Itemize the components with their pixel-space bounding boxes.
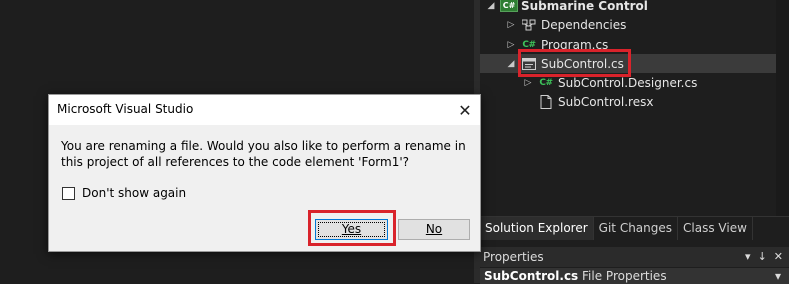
dependencies-icon [521, 18, 537, 32]
properties-header: Properties ▾ ↓ ✕ [480, 247, 789, 267]
tab-git-changes[interactable]: Git Changes [594, 217, 679, 240]
properties-title: Properties [483, 250, 544, 264]
tree-item-resx[interactable]: SubControl.resx [538, 92, 653, 111]
chevron-down-icon[interactable]: ▾ [775, 268, 781, 284]
close-icon[interactable]: ✕ [774, 247, 783, 267]
tree-item-label: Dependencies [541, 17, 627, 32]
tree-item-label: Submarine Control [521, 0, 648, 13]
properties-object-name: SubControl.cs [484, 269, 579, 283]
pushpin-icon[interactable]: ↓ [758, 247, 767, 267]
tree-item-dependencies[interactable]: ▷ Dependencies [505, 15, 627, 34]
tool-window-tabs: Solution Explorer Git Changes Class View [480, 216, 789, 240]
tab-solution-explorer[interactable]: Solution Explorer [480, 217, 594, 240]
collapsed-chevron-icon[interactable]: ▷ [505, 40, 517, 50]
checkbox-box[interactable] [62, 186, 75, 200]
explorer-scrollbar[interactable] [776, 0, 789, 216]
properties-object-selector[interactable]: SubControl.cs File Properties ▾ [480, 268, 789, 284]
tree-item-label: SubControl.Designer.cs [558, 75, 698, 90]
dialog-message: You are renaming a file. Would you also … [61, 139, 466, 169]
window-menu-dropdown-icon[interactable]: ▾ [745, 247, 751, 267]
dialog-titlebar[interactable]: Microsoft Visual Studio ✕ [49, 95, 480, 125]
close-icon[interactable]: ✕ [450, 95, 480, 125]
expanded-chevron-icon[interactable]: ◢ [505, 59, 517, 69]
collapsed-chevron-icon[interactable]: ▷ [522, 78, 534, 88]
dialog-title: Microsoft Visual Studio [57, 102, 194, 116]
properties-object-type: File Properties [582, 269, 667, 283]
csharp-project-icon: C# [499, 0, 519, 13]
checkbox-label: Don't show again [82, 186, 187, 200]
collapsed-chevron-icon[interactable]: ▷ [505, 20, 517, 30]
resource-file-icon [538, 94, 554, 109]
tree-item-label: SubControl.resx [558, 94, 654, 109]
tree-item-project[interactable]: ◢ C# Submarine Control [485, 0, 648, 15]
rename-dialog: Microsoft Visual Studio ✕ You are renami… [48, 94, 481, 252]
dont-show-again-checkbox[interactable]: Don't show again [62, 186, 186, 200]
tab-class-view[interactable]: Class View [678, 217, 753, 240]
no-button[interactable]: No [398, 219, 470, 240]
csharp-file-icon: C# [539, 77, 553, 88]
expanded-chevron-icon[interactable]: ◢ [485, 1, 497, 11]
tree-item-designer-cs[interactable]: ▷ C# SubControl.Designer.cs [522, 73, 698, 92]
highlight-box-yes [308, 210, 396, 246]
